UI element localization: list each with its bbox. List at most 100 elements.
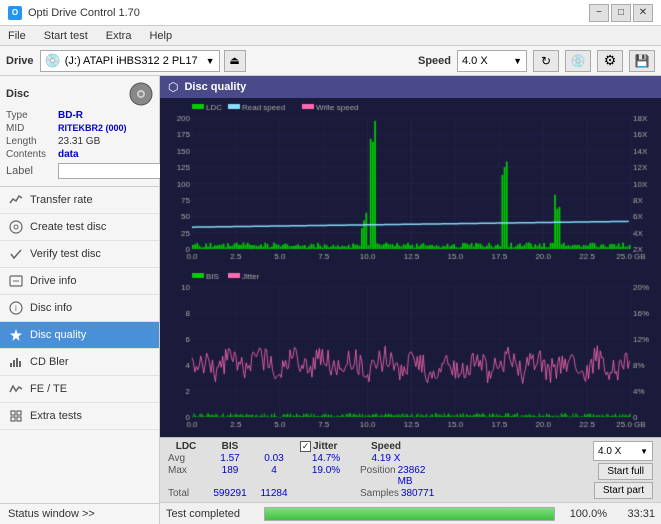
drive-info-icon [8,273,24,289]
stats-empty-header [256,441,292,452]
menu-help[interactable]: Help [145,29,176,43]
nav-create-test-disc[interactable]: Create test disc [0,214,159,241]
sidebar-nav: Transfer rate Create test disc Verify te… [0,187,159,503]
stats-samples-label: Samples [360,488,399,499]
close-button[interactable]: ✕ [633,4,653,22]
svg-text:i: i [15,304,17,313]
speed-dropdown[interactable]: 4.0 X ▼ [457,50,527,72]
status-window-link[interactable]: Status window >> [8,508,151,520]
stats-avg-bis: 0.03 [256,453,292,464]
drive-select-area: 💿 (J:) ATAPI iHBS312 2 PL17 ▼ ⏏ [40,50,412,72]
nav-verify-test-disc-label: Verify test disc [30,248,101,260]
progress-bar-area: Test completed 100.0% 33:31 [160,502,661,524]
speed-target-value: 4.0 X [598,446,636,457]
start-part-button[interactable]: Start part [594,482,653,499]
menu-file[interactable]: File [4,29,30,43]
nav-cd-bler-label: CD Bler [30,356,69,368]
bis-chart [162,269,659,435]
content-area: ⬡ Disc quality LDC BIS [160,76,661,524]
stats-jitter-header: Jitter [313,441,337,452]
stats-samples-row: Samples 380771 [360,488,412,499]
stats-position-row: Position 23862 MB [360,465,412,487]
panel-header-title: Disc quality [184,81,246,93]
disc-type-field: Type BD-R [6,110,153,121]
nav-cd-bler[interactable]: CD Bler [0,349,159,376]
titlebar-controls: − □ ✕ [589,4,653,22]
nav-disc-info[interactable]: i Disc info [0,295,159,322]
cd-bler-icon [8,354,24,370]
minimize-button[interactable]: − [589,4,609,22]
maximize-button[interactable]: □ [611,4,631,22]
disc-length-value: 23.31 GB [58,136,100,147]
fe-te-icon [8,381,24,397]
stats-max-ldc: 189 [212,465,248,487]
disc-contents-label: Contents [6,149,54,160]
progress-bar-track [264,507,555,521]
disc-info-panel: Disc Type BD-R MID RITEKBR2 (000) Length… [0,76,159,187]
main-layout: Disc Type BD-R MID RITEKBR2 (000) Length… [0,76,661,524]
stats-speed-header: Speed [360,441,412,452]
stats-total-bis: 11284 [256,488,292,499]
eject-button[interactable]: ⏏ [224,50,246,72]
transfer-rate-icon [8,192,24,208]
disc-panel-icon [129,82,153,106]
stats-avg-label: Avg [168,453,204,464]
nav-disc-info-label: Disc info [30,302,72,314]
disc-label-row: Label 🔍 [6,162,153,180]
drive-dropdown[interactable]: 💿 (J:) ATAPI iHBS312 2 PL17 ▼ [40,50,220,72]
app-title: Opti Drive Control 1.70 [28,7,140,19]
status-section: Status window >> [0,503,159,524]
speed-value: 4.0 X [462,55,509,67]
charts-area [160,98,661,437]
verify-test-disc-icon [8,246,24,262]
create-test-disc-icon [8,219,24,235]
nav-transfer-rate-label: Transfer rate [30,194,93,206]
stats-max-label: Max [168,465,204,487]
stats-max-bis: 4 [256,465,292,487]
disc-type-value: BD-R [58,110,83,121]
stats-total-label: Total [168,488,204,499]
disc-type-label: Type [6,110,54,121]
menu-extra[interactable]: Extra [102,29,136,43]
nav-drive-info[interactable]: Drive info [0,268,159,295]
speed-row: 4.0 X ▼ [593,441,653,461]
nav-extra-tests-label: Extra tests [30,410,82,422]
progress-status: Test completed [166,508,256,520]
nav-fe-te[interactable]: FE / TE [0,376,159,403]
speed-target-dropdown[interactable]: 4.0 X ▼ [593,441,653,461]
nav-disc-quality-label: Disc quality [30,329,86,341]
nav-transfer-rate[interactable]: Transfer rate [0,187,159,214]
stats-total-ldc: 599291 [212,488,248,499]
disc-mid-field: MID RITEKBR2 (000) [6,123,153,134]
menu-start-test[interactable]: Start test [40,29,92,43]
ldc-chart [162,100,659,267]
titlebar: O Opti Drive Control 1.70 − □ ✕ [0,0,661,26]
ldc-chart-canvas [162,100,659,267]
stats-max-jitter: 19.0% [300,465,352,487]
progress-bar-fill [265,508,554,520]
save-button[interactable]: 💾 [629,50,655,72]
nav-extra-tests[interactable]: Extra tests [0,403,159,430]
refresh-button[interactable]: ↻ [533,50,559,72]
disc-length-label: Length [6,136,54,147]
stats-jitter-header-cell: ✓ Jitter [300,441,352,452]
disc-quality-icon [8,327,24,343]
disc-button[interactable]: 💿 [565,50,591,72]
stats-samples-value: 380771 [401,488,434,499]
stats-position-value: 23862 MB [398,465,426,487]
drive-toolbar: Drive 💿 (J:) ATAPI iHBS312 2 PL17 ▼ ⏏ Sp… [0,46,661,76]
nav-verify-test-disc[interactable]: Verify test disc [0,241,159,268]
disc-label-label: Label [6,165,54,177]
disc-mid-label: MID [6,123,54,134]
jitter-checkbox[interactable]: ✓ [300,441,311,452]
disc-mid-value: RITEKBR2 (000) [58,123,127,134]
progress-percent: 100.0% [563,508,607,520]
settings-button[interactable]: ⚙ [597,50,623,72]
extra-tests-icon [8,408,24,424]
start-full-button[interactable]: Start full [598,463,653,480]
nav-disc-quality[interactable]: Disc quality [0,322,159,349]
stats-table: LDC BIS ✓ Jitter Speed Avg 1.57 0.03 14 [168,441,412,499]
sidebar: Disc Type BD-R MID RITEKBR2 (000) Length… [0,76,160,524]
disc-panel-header: Disc [6,82,153,106]
nav-create-test-disc-label: Create test disc [30,221,106,233]
